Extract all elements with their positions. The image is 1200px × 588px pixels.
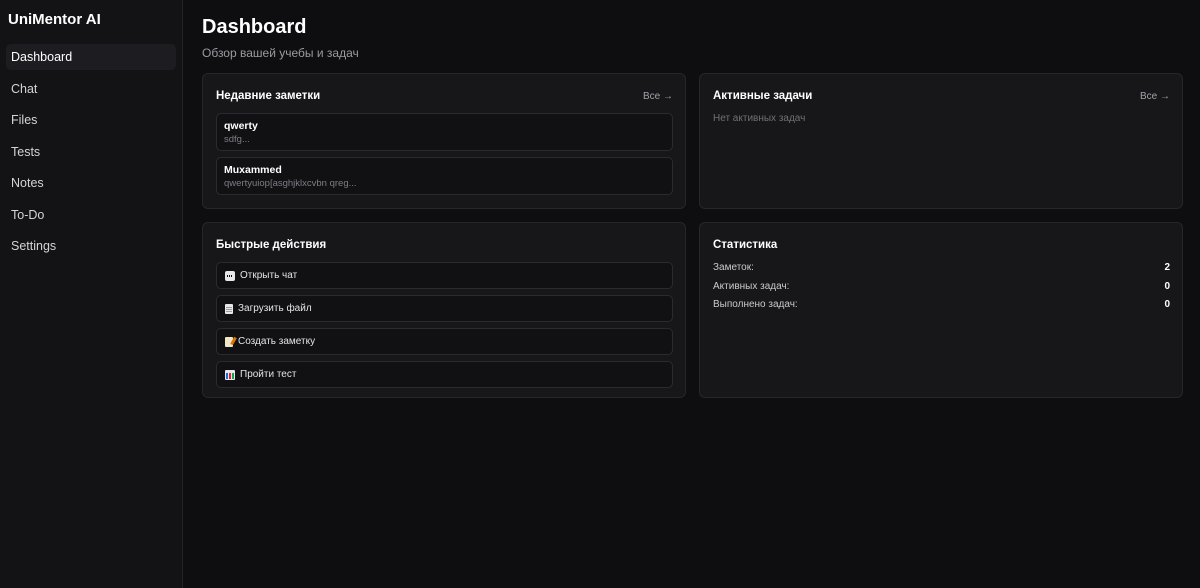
stat-row-completed-tasks: Выполнено задач: 0 [713, 299, 1170, 312]
recent-notes-header: Недавние заметки Все → [216, 88, 673, 104]
statistics-header: Статистика [713, 237, 1170, 253]
sidebar-item-files[interactable]: Files [6, 107, 176, 133]
active-tasks-card: Активные задачи Все → Нет активных задач [699, 73, 1183, 209]
page-icon [225, 303, 233, 314]
take-test-button[interactable]: Пройти тест [216, 361, 673, 388]
sidebar-item-chat[interactable]: Chat [6, 76, 176, 102]
note-item[interactable]: qwerty sdfg... [216, 113, 673, 151]
recent-notes-title: Недавние заметки [216, 90, 321, 102]
create-note-label: Создать заметку [238, 336, 316, 347]
main-content: Dashboard Обзор вашей учебы и задач Неда… [183, 0, 1200, 588]
quick-actions-card: Быстрые действия Открыть чат Загрузить ф… [202, 222, 686, 398]
speech-balloon-icon [225, 270, 235, 281]
stat-value: 0 [1164, 280, 1170, 292]
quick-actions-header: Быстрые действия [216, 237, 673, 253]
sidebar-nav: Dashboard Chat Files Tests Notes To-Do S… [0, 44, 182, 259]
brand-logo: UniMentor AI [8, 11, 101, 28]
stat-value: 0 [1164, 299, 1170, 310]
note-title: qwerty [224, 120, 258, 132]
stat-row-active-tasks: Активных задач: 0 [713, 281, 1170, 294]
sidebar-item-notes[interactable]: Notes [6, 170, 176, 196]
open-chat-label: Открыть чат [240, 270, 298, 281]
stat-row-notes: Заметок: 2 [713, 262, 1170, 275]
stat-value: 2 [1164, 262, 1170, 273]
recent-notes-card: Недавние заметки Все → qwerty sdfg... Mu… [202, 73, 686, 209]
statistics-title: Статистика [713, 239, 778, 251]
take-test-label: Пройти тест [240, 369, 297, 380]
active-tasks-empty-state: Нет активных задач [713, 113, 806, 124]
memo-icon [225, 336, 233, 347]
bar-chart-icon [225, 369, 235, 380]
open-chat-button[interactable]: Открыть чат [216, 262, 673, 289]
sidebar-item-todo[interactable]: To-Do [6, 202, 176, 228]
sidebar-item-tests[interactable]: Tests [6, 139, 176, 165]
recent-notes-see-all-link[interactable]: Все → [643, 91, 673, 102]
upload-file-button[interactable]: Загрузить файл [216, 295, 673, 322]
create-note-button[interactable]: Создать заметку [216, 328, 673, 355]
note-title: Muxammed [224, 164, 282, 176]
statistics-card: Статистика Заметок: 2 Активных задач: 0 … [699, 222, 1183, 398]
active-tasks-see-all-link[interactable]: Все → [1140, 91, 1170, 102]
app-root: UniMentor AI Dashboard Chat Files Tests … [0, 0, 1200, 588]
sidebar-item-settings[interactable]: Settings [6, 233, 176, 259]
active-tasks-title: Активные задачи [713, 90, 813, 102]
note-preview: qwertyuiop[asghjklxcvbn qreg... [224, 178, 357, 189]
sidebar: UniMentor AI Dashboard Chat Files Tests … [0, 0, 183, 588]
stat-label: Выполнено задач: [713, 299, 798, 310]
stat-label: Активных задач: [713, 280, 790, 292]
quick-actions-title: Быстрые действия [216, 239, 327, 251]
active-tasks-header: Активные задачи Все → [713, 88, 1170, 104]
page-title: Dashboard [202, 16, 307, 38]
dashboard-grid: Недавние заметки Все → qwerty sdfg... Mu… [202, 73, 1183, 398]
page-subtitle: Обзор вашей учебы и задач [202, 46, 359, 60]
upload-file-label: Загрузить файл [238, 303, 312, 314]
note-item[interactable]: Muxammed qwertyuiop[asghjklxcvbn qreg... [216, 157, 673, 195]
stat-label: Заметок: [713, 262, 754, 273]
note-preview: sdfg... [224, 134, 250, 145]
sidebar-item-dashboard[interactable]: Dashboard [6, 44, 176, 70]
